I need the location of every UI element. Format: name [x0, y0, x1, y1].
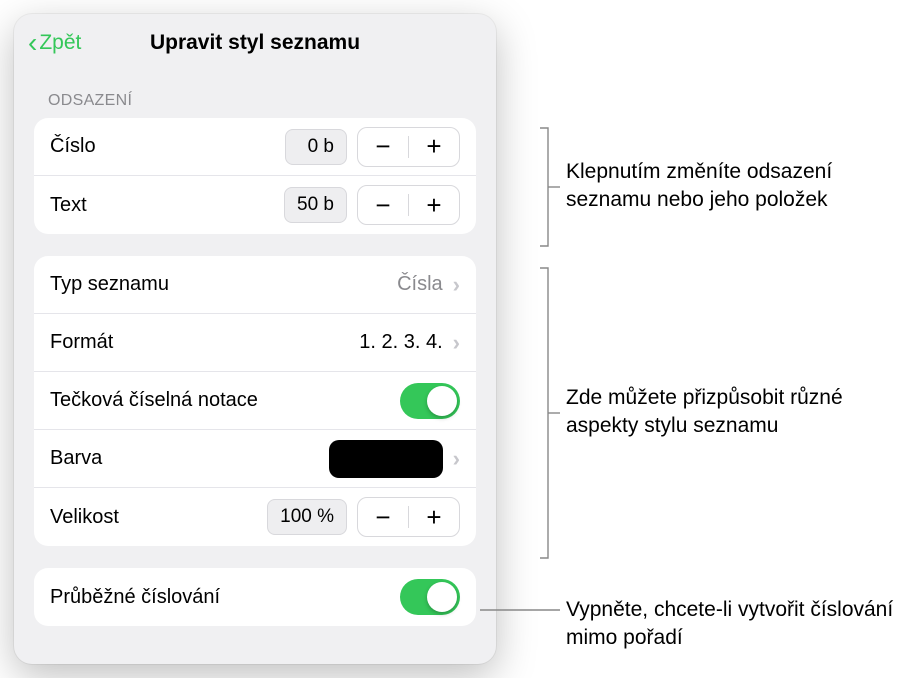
dotted-notation-label: Tečková číselná notace	[50, 389, 400, 412]
size-increment[interactable]: +	[409, 498, 459, 536]
color-swatch	[329, 440, 443, 478]
chevron-left-icon: ‹	[28, 29, 37, 57]
size-row: Velikost 100 % − +	[34, 488, 476, 546]
size-decrement[interactable]: −	[358, 498, 408, 536]
callout-style: Zde můžete přizpůsobit různé aspekty sty…	[566, 384, 896, 441]
callout-indent: Klepnutím změníte odsazení seznamu nebo …	[566, 158, 896, 215]
format-value: 1. 2. 3. 4.	[359, 331, 442, 354]
popover-header: ‹ Zpět Upravit styl seznamu	[14, 14, 496, 72]
size-stepper: − +	[357, 497, 460, 537]
format-row[interactable]: Formát 1. 2. 3. 4. ›	[34, 314, 476, 372]
format-label: Formát	[50, 331, 359, 354]
indent-text-label: Text	[50, 194, 284, 217]
dotted-notation-toggle[interactable]	[400, 383, 460, 419]
callout-continuous: Vypněte, chcete-li vytvořit číslování mi…	[566, 596, 906, 653]
indent-text-increment[interactable]: +	[409, 186, 459, 224]
indent-number-row: Číslo 0 b − +	[34, 118, 476, 176]
indent-number-decrement[interactable]: −	[358, 128, 408, 166]
list-type-value: Čísla	[397, 273, 443, 296]
continuous-toggle[interactable]	[400, 579, 460, 615]
color-label: Barva	[50, 447, 329, 470]
indent-text-row: Text 50 b − +	[34, 176, 476, 234]
chevron-right-icon: ›	[453, 330, 460, 356]
indent-number-stepper: − +	[357, 127, 460, 167]
chevron-right-icon: ›	[453, 446, 460, 472]
indent-number-label: Číslo	[50, 135, 285, 158]
indent-number-increment[interactable]: +	[409, 128, 459, 166]
indent-text-stepper: − +	[357, 185, 460, 225]
edit-list-style-popover: ‹ Zpět Upravit styl seznamu ODSAZENÍ Čís…	[14, 14, 496, 664]
continuous-label: Průběžné číslování	[50, 586, 400, 609]
indent-group: Číslo 0 b − + Text 50 b − +	[34, 118, 476, 234]
dotted-notation-row: Tečková číselná notace	[34, 372, 476, 430]
popover-title: Upravit styl seznamu	[150, 31, 360, 55]
indent-text-decrement[interactable]: −	[358, 186, 408, 224]
color-row[interactable]: Barva ›	[34, 430, 476, 488]
chevron-right-icon: ›	[453, 272, 460, 298]
size-value[interactable]: 100 %	[267, 499, 347, 535]
style-group: Typ seznamu Čísla › Formát 1. 2. 3. 4. ›…	[34, 256, 476, 546]
size-label: Velikost	[50, 506, 267, 529]
continuous-group: Průběžné číslování	[34, 568, 476, 626]
back-button[interactable]: ‹ Zpět	[28, 14, 81, 72]
list-type-label: Typ seznamu	[50, 273, 397, 296]
list-type-row[interactable]: Typ seznamu Čísla ›	[34, 256, 476, 314]
indent-section-heading: ODSAZENÍ	[14, 72, 496, 118]
callouts-area: Klepnutím změníte odsazení seznamu nebo …	[510, 0, 900, 678]
continuous-row: Průběžné číslování	[34, 568, 476, 626]
back-label: Zpět	[39, 31, 81, 55]
indent-number-value[interactable]: 0 b	[285, 129, 347, 165]
indent-text-value[interactable]: 50 b	[284, 187, 347, 223]
